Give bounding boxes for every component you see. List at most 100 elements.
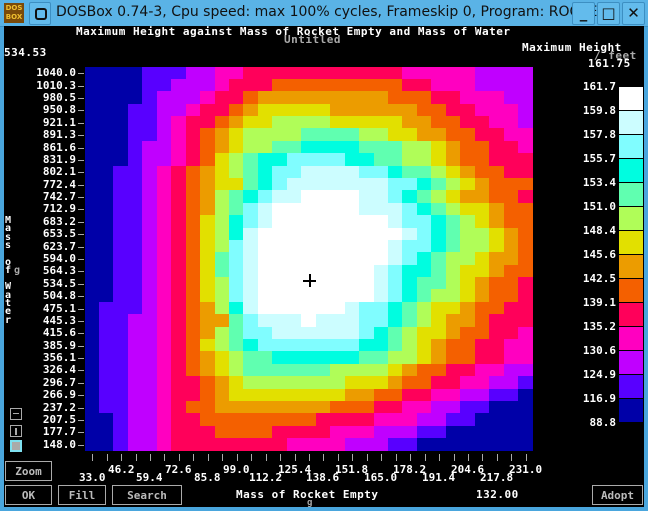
- heatmap-cell: [85, 153, 99, 166]
- legend-level-label: 157.8: [582, 128, 616, 141]
- heatmap-cell: [243, 252, 258, 265]
- heatmap-cell: [287, 215, 301, 228]
- ok-button[interactable]: OK: [5, 485, 52, 505]
- heatmap-cell: [475, 228, 489, 240]
- heatmap-cell: [128, 104, 142, 116]
- heatmap-cell: [475, 314, 489, 327]
- heatmap-cell: [200, 277, 215, 289]
- heatmap-cell: [272, 327, 287, 339]
- dosbox-app-icon[interactable]: DOS BOX: [4, 3, 24, 23]
- heatmap-cell: [171, 116, 186, 128]
- heatmap-cell: [388, 190, 402, 203]
- heatmap-cell: [446, 376, 460, 389]
- heatmap-cell: [142, 178, 157, 190]
- legend-swatch: [619, 87, 643, 111]
- heatmap-cell: [171, 314, 186, 327]
- heatmap-cell: [171, 166, 186, 178]
- heatmap-cell: [301, 401, 316, 413]
- window-menu-button[interactable]: [29, 2, 51, 25]
- heatmap-cell: [330, 128, 345, 141]
- heatmap-cell: [431, 389, 446, 401]
- heatmap-cell: [374, 240, 388, 252]
- heatmap-cell: [518, 413, 533, 426]
- legend-level-label: 124.9: [582, 368, 616, 381]
- heatmap-cell: [258, 141, 272, 153]
- heatmap-cell: [186, 79, 200, 91]
- heatmap-cell: [489, 240, 504, 252]
- heatmap-cell: [504, 190, 518, 203]
- y-tick-label: 564.3: [42, 264, 76, 278]
- minimize-button[interactable]: _: [572, 2, 595, 25]
- heatmap-cell: [374, 190, 388, 203]
- heatmap-cell: [99, 438, 113, 451]
- heatmap-cell: [316, 203, 330, 215]
- heatmap-cell: [301, 252, 316, 265]
- heatmap-cell: [489, 364, 504, 376]
- y-tick: [78, 296, 84, 297]
- heatmap-cell: [301, 141, 316, 153]
- heatmap-cell: [215, 252, 229, 265]
- heatmap-cell: [402, 141, 417, 153]
- heatmap-cell: [99, 228, 113, 240]
- heatmap-cell: [85, 252, 99, 265]
- y-zoom-reset-button[interactable]: [10, 425, 22, 437]
- heatmap-cell: [431, 116, 446, 128]
- heatmap-cell: [359, 190, 374, 203]
- heatmap-plot[interactable]: [85, 67, 533, 451]
- fill-button[interactable]: Fill: [58, 485, 106, 505]
- heatmap-cell: [460, 438, 475, 451]
- heatmap-cell: [330, 426, 345, 438]
- heatmap-cell: [388, 413, 402, 426]
- x-tick: [511, 454, 512, 461]
- y-zoom-out-button[interactable]: [10, 408, 22, 420]
- heatmap-cell: [345, 79, 359, 91]
- zoom-button[interactable]: Zoom: [5, 461, 52, 481]
- heatmap-cell: [287, 91, 301, 104]
- heatmap-cell: [417, 116, 431, 128]
- heatmap-cell: [301, 302, 316, 314]
- heatmap-cell: [142, 426, 157, 438]
- heatmap-cell: [243, 228, 258, 240]
- heatmap-cell: [345, 339, 359, 351]
- heatmap-cell: [142, 314, 157, 327]
- heatmap-cell: [229, 376, 243, 389]
- heatmap-cell: [287, 277, 301, 289]
- heatmap-cell: [186, 426, 200, 438]
- heatmap-cell: [417, 389, 431, 401]
- heatmap-cell: [157, 314, 171, 327]
- legend-swatch: [619, 255, 643, 279]
- adopt-button[interactable]: Adopt: [592, 485, 643, 505]
- heatmap-cell: [272, 104, 287, 116]
- crosshair-cursor-v: [309, 274, 311, 287]
- heatmap-cell: [431, 289, 446, 302]
- heatmap-cell: [229, 215, 243, 228]
- y-tick: [78, 333, 84, 334]
- heatmap-cell: [171, 67, 186, 79]
- search-button[interactable]: Search: [112, 485, 182, 505]
- heatmap-cell: [504, 438, 518, 451]
- heatmap-cell: [287, 67, 301, 79]
- heatmap-cell: [85, 215, 99, 228]
- heatmap-cell: [388, 203, 402, 215]
- heatmap-cell: [359, 153, 374, 166]
- heatmap-cell: [113, 339, 128, 351]
- heatmap-cell: [287, 327, 301, 339]
- heatmap-cell: [301, 351, 316, 364]
- y-fill-toggle-button[interactable]: [10, 440, 22, 452]
- heatmap-cell: [142, 289, 157, 302]
- heatmap-cell: [475, 141, 489, 153]
- heatmap-cell: [388, 178, 402, 190]
- heatmap-cell: [200, 389, 215, 401]
- legend-swatch: [619, 399, 643, 423]
- close-button[interactable]: ✕: [622, 2, 645, 25]
- heatmap-cell: [316, 104, 330, 116]
- heatmap-cell: [316, 364, 330, 376]
- heatmap-cell: [301, 79, 316, 91]
- heatmap-cell: [359, 116, 374, 128]
- maximize-button[interactable]: □: [597, 2, 620, 25]
- heatmap-cell: [475, 364, 489, 376]
- legend-level-label: 153.4: [582, 176, 616, 189]
- heatmap-cell: [489, 178, 504, 190]
- heatmap-cell: [431, 351, 446, 364]
- x-tick-label: 99.0: [223, 463, 250, 476]
